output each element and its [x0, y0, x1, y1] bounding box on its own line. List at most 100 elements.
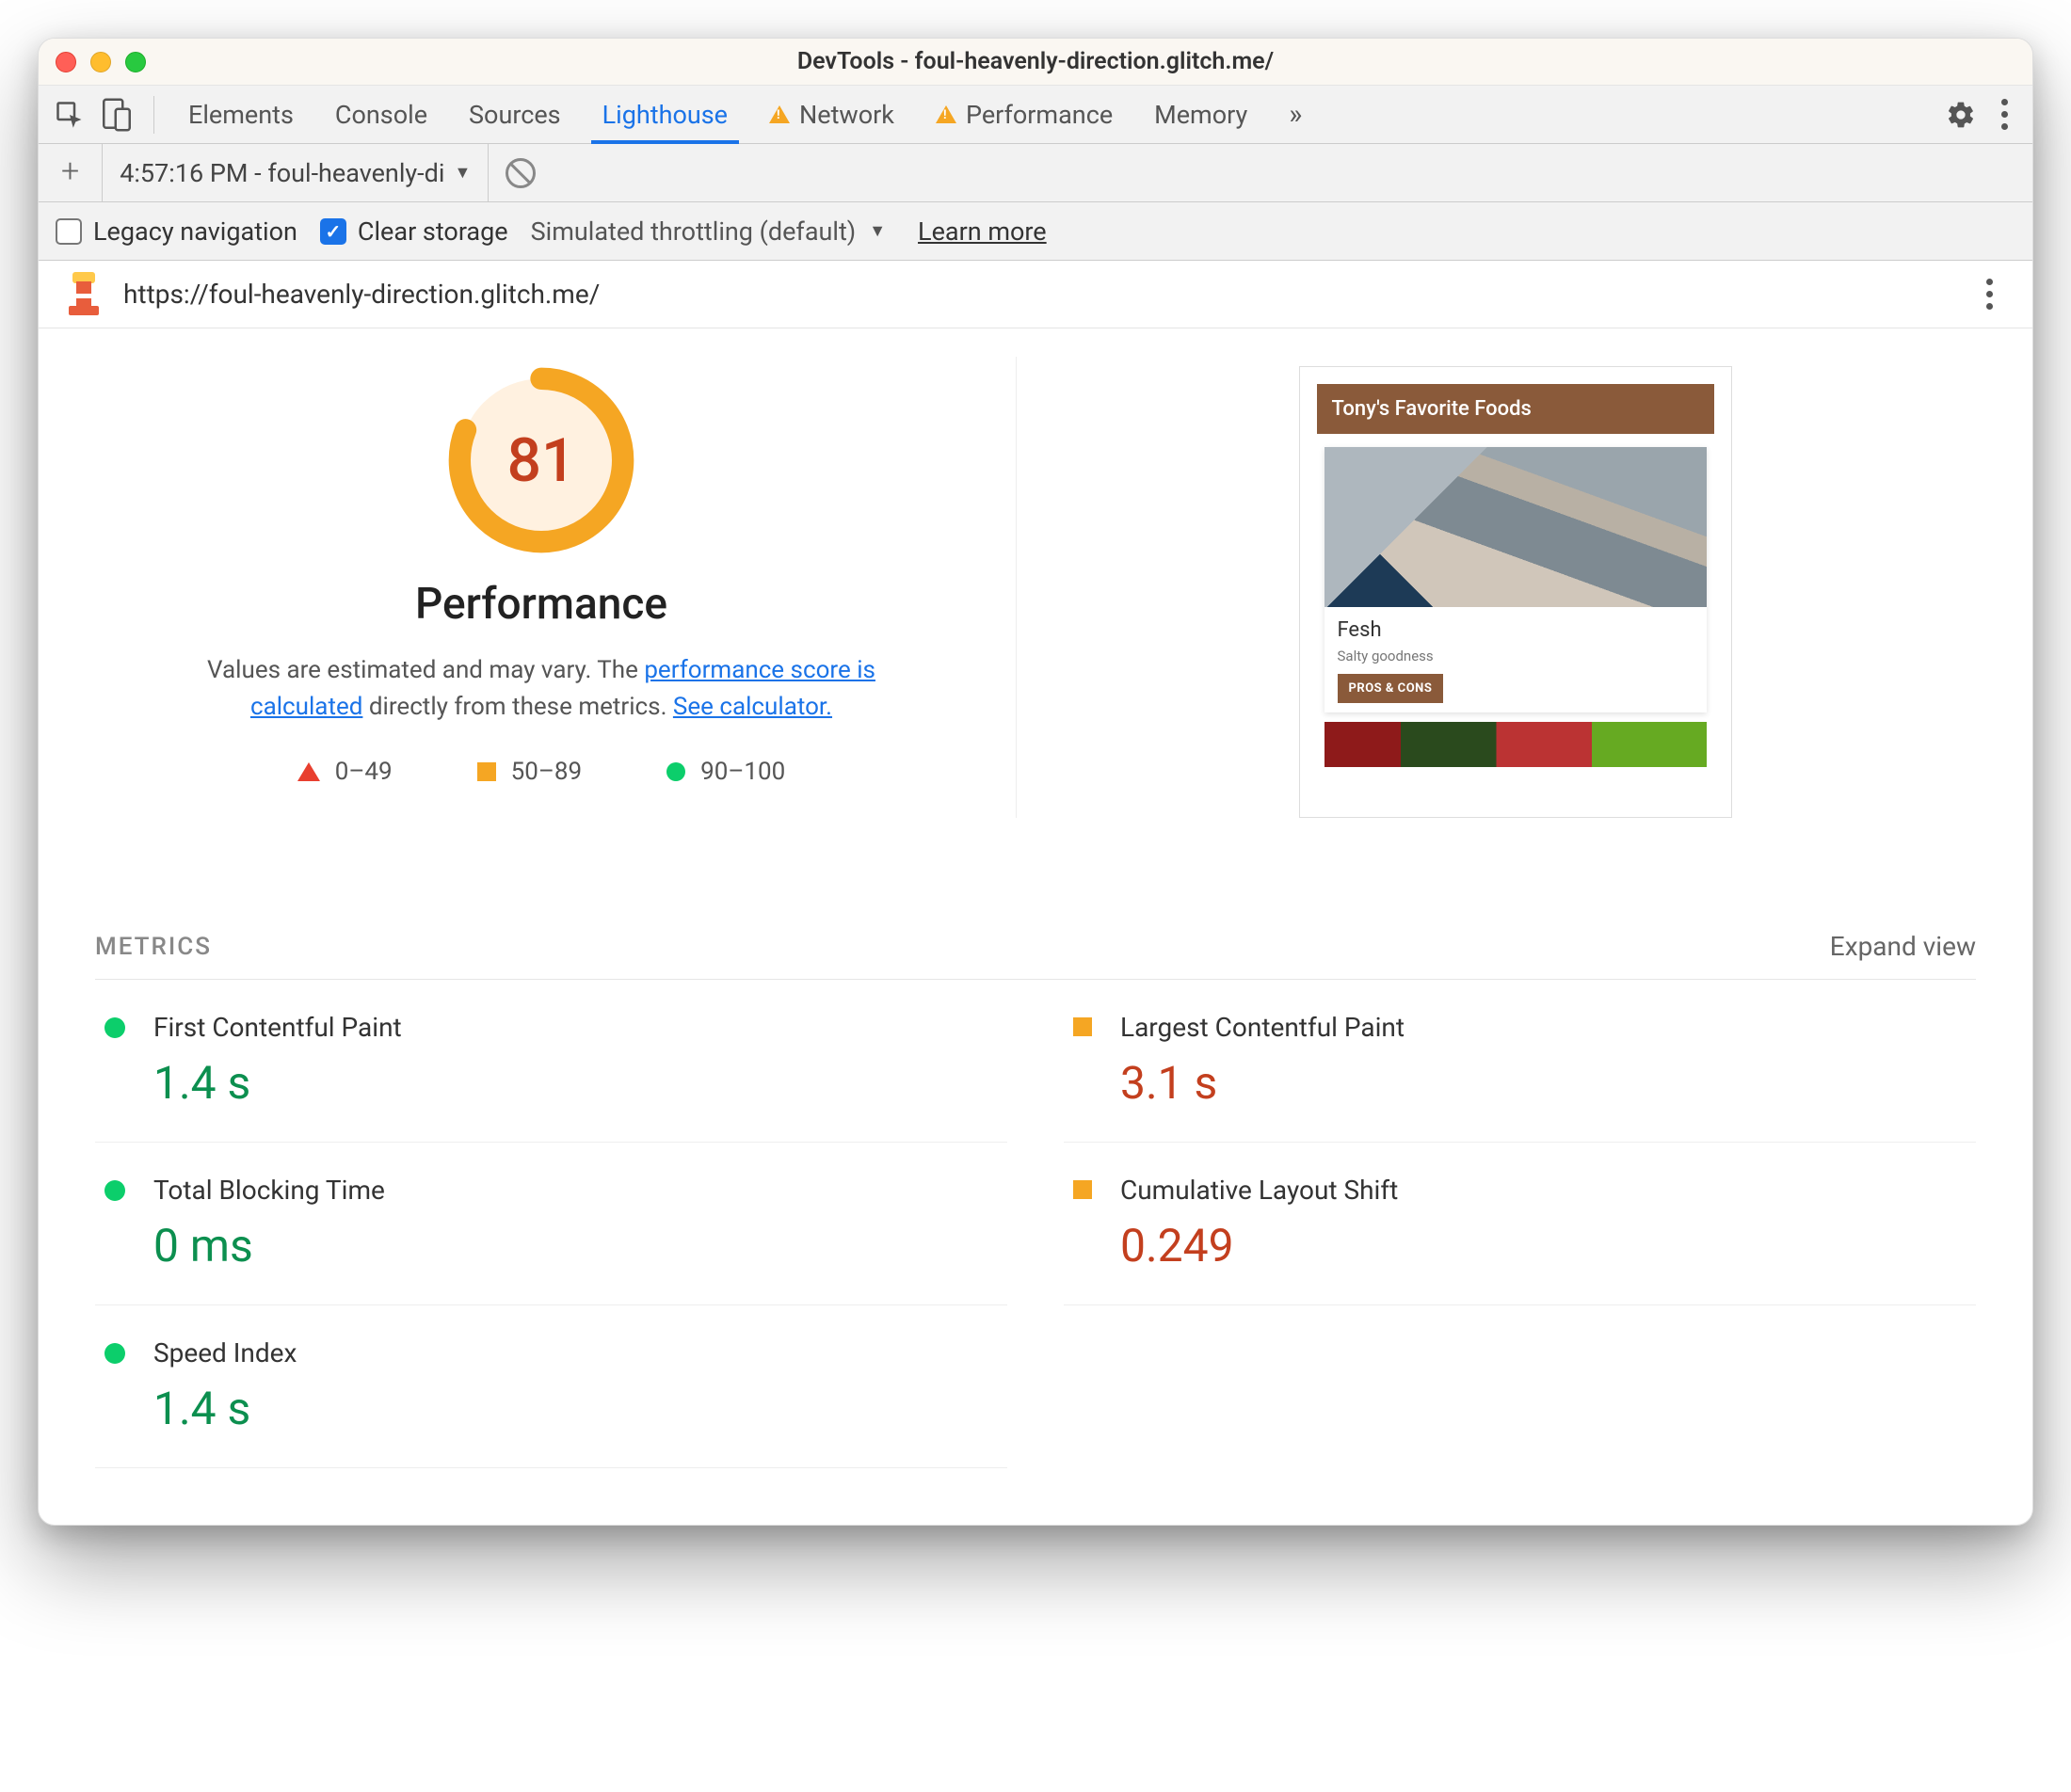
lighthouse-toolbar: + 4:57:16 PM - foul-heavenly-di ▼ — [39, 144, 2032, 202]
metric-row[interactable]: First Contentful Paint 1.4 s — [95, 980, 1007, 1143]
metric-row[interactable]: Total Blocking Time 0 ms — [95, 1143, 1007, 1305]
legend-label: 50–89 — [511, 758, 583, 786]
minimize-window-button[interactable] — [90, 52, 111, 72]
metric-value: 0 ms — [153, 1219, 385, 1272]
page-screenshot: Tony's Favorite Foods Fesh Salty goodnes… — [1299, 366, 1732, 818]
inspect-element-icon[interactable] — [50, 95, 89, 135]
dropdown-caret-icon: ▼ — [869, 221, 886, 241]
tab-label: Sources — [469, 100, 561, 130]
metric-value: 3.1 s — [1120, 1056, 1405, 1110]
clear-storage-option[interactable]: Clear storage — [320, 216, 508, 247]
report-selector[interactable]: 4:57:16 PM - foul-heavenly-di ▼ — [102, 144, 489, 201]
tab-memory[interactable]: Memory — [1137, 86, 1264, 143]
legacy-nav-option[interactable]: Legacy navigation — [56, 216, 297, 247]
tab-elements[interactable]: Elements — [171, 86, 311, 143]
traffic-lights — [56, 52, 146, 72]
tab-label: Lighthouse — [602, 100, 728, 130]
metric-value: 1.4 s — [153, 1382, 297, 1435]
screenshot-column: Tony's Favorite Foods Fesh Salty goodnes… — [1054, 357, 1976, 818]
checkbox-checked-icon[interactable] — [320, 218, 346, 245]
tab-label: Network — [799, 100, 894, 130]
thumb-card-button: PROS & CONS — [1338, 674, 1444, 703]
dropdown-caret-icon: ▼ — [454, 163, 471, 183]
metric-label: First Contentful Paint — [153, 1012, 402, 1043]
metric-label: Total Blocking Time — [153, 1175, 385, 1206]
thumb-image — [1324, 447, 1707, 607]
desc-text: Values are estimated and may vary. The — [207, 656, 644, 684]
window-title: DevTools - foul-heavenly-direction.glitc… — [39, 48, 2032, 75]
metric-value: 0.249 — [1120, 1219, 1398, 1272]
thumb-header: Tony's Favorite Foods — [1317, 384, 1714, 434]
lighthouse-logo-icon — [65, 274, 103, 315]
thumb-card-subtitle: Salty goodness — [1338, 648, 1694, 664]
metric-row[interactable]: Largest Contentful Paint 3.1 s — [1064, 980, 1976, 1143]
tab-network[interactable]: Network — [752, 86, 911, 143]
score-description: Values are estimated and may vary. The p… — [202, 652, 880, 726]
titlebar: DevTools - foul-heavenly-direction.glitc… — [39, 39, 2032, 86]
settings-gear-icon[interactable] — [1941, 95, 1981, 135]
see-calculator-link[interactable]: See calculator. — [673, 693, 832, 721]
clear-all-icon[interactable] — [506, 158, 536, 188]
metric-label: Speed Index — [153, 1337, 297, 1368]
tab-console[interactable]: Console — [318, 86, 444, 143]
throttling-label: Simulated throttling (default) — [531, 216, 857, 247]
tab-performance[interactable]: Performance — [919, 86, 1130, 143]
lighthouse-options-bar: Legacy navigation Clear storage Simulate… — [39, 202, 2032, 261]
status-circle-icon — [104, 1017, 125, 1038]
legend-average: 50–89 — [477, 758, 583, 786]
metric-row[interactable]: Speed Index 1.4 s — [95, 1305, 1007, 1468]
warning-icon — [769, 105, 790, 123]
score-legend: 0–49 50–89 90–100 — [297, 758, 786, 786]
square-icon — [477, 762, 496, 781]
score-value: 81 — [447, 366, 635, 554]
metric-row[interactable]: Cumulative Layout Shift 0.249 — [1064, 1143, 1976, 1305]
close-window-button[interactable] — [56, 52, 76, 72]
throttling-selector[interactable]: Simulated throttling (default) ▼ — [531, 216, 886, 247]
category-title: Performance — [415, 579, 667, 630]
tab-label: Elements — [188, 100, 294, 130]
status-circle-icon — [104, 1180, 125, 1201]
score-gauge: 81 — [447, 366, 635, 554]
metrics-section: METRICS Expand view First Contentful Pai… — [95, 931, 1976, 1468]
triangle-icon — [297, 762, 320, 781]
more-tabs-button[interactable]: » — [1272, 86, 1319, 143]
new-report-button[interactable]: + — [56, 152, 85, 194]
legend-label: 0–49 — [335, 758, 393, 786]
metrics-heading: METRICS — [95, 933, 212, 961]
divider — [153, 96, 154, 134]
metric-value: 1.4 s — [153, 1056, 402, 1110]
more-menu-icon[interactable] — [1988, 99, 2021, 130]
report-selector-label: 4:57:16 PM - foul-heavenly-di — [120, 158, 444, 188]
panel-tabstrip: Elements Console Sources Lighthouse Netw… — [39, 86, 2032, 144]
report-menu-icon[interactable] — [1973, 279, 2006, 310]
status-square-icon — [1073, 1180, 1092, 1199]
audited-url: https://foul-heavenly-direction.glitch.m… — [123, 279, 600, 310]
lighthouse-report: 81 Performance Values are estimated and … — [39, 328, 2032, 1525]
metrics-grid: First Contentful Paint 1.4 s Largest Conte… — [95, 980, 1976, 1468]
legend-label: 90–100 — [700, 758, 785, 786]
device-toolbar-icon[interactable] — [97, 95, 136, 135]
metric-label: Cumulative Layout Shift — [1120, 1175, 1398, 1206]
desc-text: directly from these metrics. — [362, 693, 672, 721]
checkbox-unchecked-icon[interactable] — [56, 218, 82, 245]
tab-sources[interactable]: Sources — [452, 86, 578, 143]
thumb-card-2 — [1324, 722, 1707, 767]
option-label: Clear storage — [358, 216, 508, 247]
thumb-card: Fesh Salty goodness PROS & CONS — [1324, 447, 1707, 712]
expand-view-button[interactable]: Expand view — [1830, 931, 1976, 962]
tab-label: Performance — [966, 100, 1113, 130]
learn-more-link[interactable]: Learn more — [918, 216, 1047, 247]
report-url-row: https://foul-heavenly-direction.glitch.m… — [39, 261, 2032, 328]
zoom-window-button[interactable] — [125, 52, 146, 72]
circle-icon — [666, 762, 685, 781]
tab-label: Console — [335, 100, 427, 130]
metric-label: Largest Contentful Paint — [1120, 1012, 1405, 1043]
thumb-card-title: Fesh — [1338, 618, 1694, 642]
option-label: Legacy navigation — [93, 216, 297, 247]
status-circle-icon — [104, 1343, 125, 1364]
warning-icon — [936, 105, 956, 123]
legend-fail: 0–49 — [297, 758, 393, 786]
score-column: 81 Performance Values are estimated and … — [95, 357, 1017, 818]
tab-label: Memory — [1154, 100, 1247, 130]
tab-lighthouse[interactable]: Lighthouse — [586, 86, 745, 143]
